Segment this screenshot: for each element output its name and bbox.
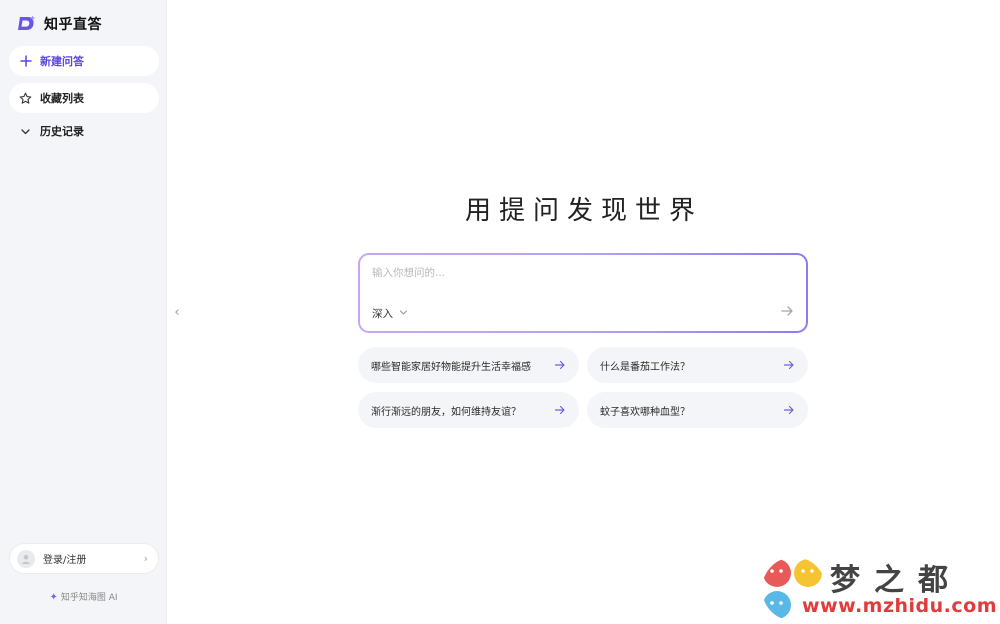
chevron-right-icon: › (143, 552, 148, 565)
avatar-icon (17, 549, 35, 568)
history-toggle[interactable]: 历史记录 (9, 118, 159, 144)
arrow-right-icon (553, 358, 567, 372)
arrow-right-icon (782, 358, 796, 372)
new-chat-button[interactable]: 新建问答 (9, 46, 159, 76)
collapse-sidebar-button[interactable]: ‹ (172, 304, 182, 320)
suggestion-chip[interactable]: 蚊子喜欢哪种血型？ (587, 392, 808, 428)
arrow-right-icon (780, 303, 794, 322)
brand[interactable]: 知乎直答 (16, 14, 102, 34)
send-button[interactable] (778, 303, 796, 321)
new-chat-label: 新建问答 (40, 55, 84, 68)
chevron-left-icon: ‹ (174, 304, 180, 320)
brand-name: 知乎直答 (44, 17, 102, 33)
suggestion-label: 哪些智能家居好物能提升生活幸福感 (371, 361, 531, 373)
sidebar: 知乎直答 新建问答 收藏列表 历史记录 登录/注册 › ✦ 知乎知海图 AI (0, 0, 167, 624)
question-input-box: 深入 (358, 253, 808, 333)
plus-icon (19, 55, 32, 68)
star-icon (19, 92, 32, 105)
chevron-down-icon (19, 125, 32, 138)
history-label: 历史记录 (40, 125, 84, 138)
zhida-logo-icon (16, 14, 38, 34)
footer-brand: ✦ 知乎知海图 AI (0, 590, 167, 603)
favorites-button[interactable]: 收藏列表 (9, 83, 159, 113)
login-label: 登录/注册 (43, 555, 87, 566)
suggestion-label: 蚊子喜欢哪种血型？ (600, 406, 690, 418)
favorites-label: 收藏列表 (40, 92, 84, 105)
mode-label: 深入 (372, 308, 393, 320)
question-input[interactable] (372, 267, 772, 279)
arrow-right-icon (782, 403, 796, 417)
suggestion-chip[interactable]: 渐行渐远的朋友，如何维持友谊？ (358, 392, 579, 428)
sparkle-icon: ✦ (49, 592, 58, 603)
watermark-title: 梦之都 (830, 563, 962, 598)
arrow-right-icon (553, 403, 567, 417)
watermark-url: www.mzhidu.com (802, 595, 998, 617)
question-input-inner: 深入 (360, 255, 806, 331)
watermark: 梦之都 www.mzhidu.com (762, 555, 998, 621)
login-button[interactable]: 登录/注册 › (9, 543, 159, 574)
suggestion-chip[interactable]: 哪些智能家居好物能提升生活幸福感 (358, 347, 579, 383)
suggestion-label: 什么是番茄工作法？ (600, 361, 690, 373)
footer-label: 知乎知海图 AI (60, 593, 118, 603)
chevron-down-icon (399, 308, 408, 320)
suggestion-chip[interactable]: 什么是番茄工作法？ (587, 347, 808, 383)
mode-selector[interactable]: 深入 (372, 306, 408, 321)
page-title: 用提问发现世界 (464, 196, 703, 226)
suggestion-label: 渐行渐远的朋友，如何维持友谊？ (371, 406, 521, 418)
